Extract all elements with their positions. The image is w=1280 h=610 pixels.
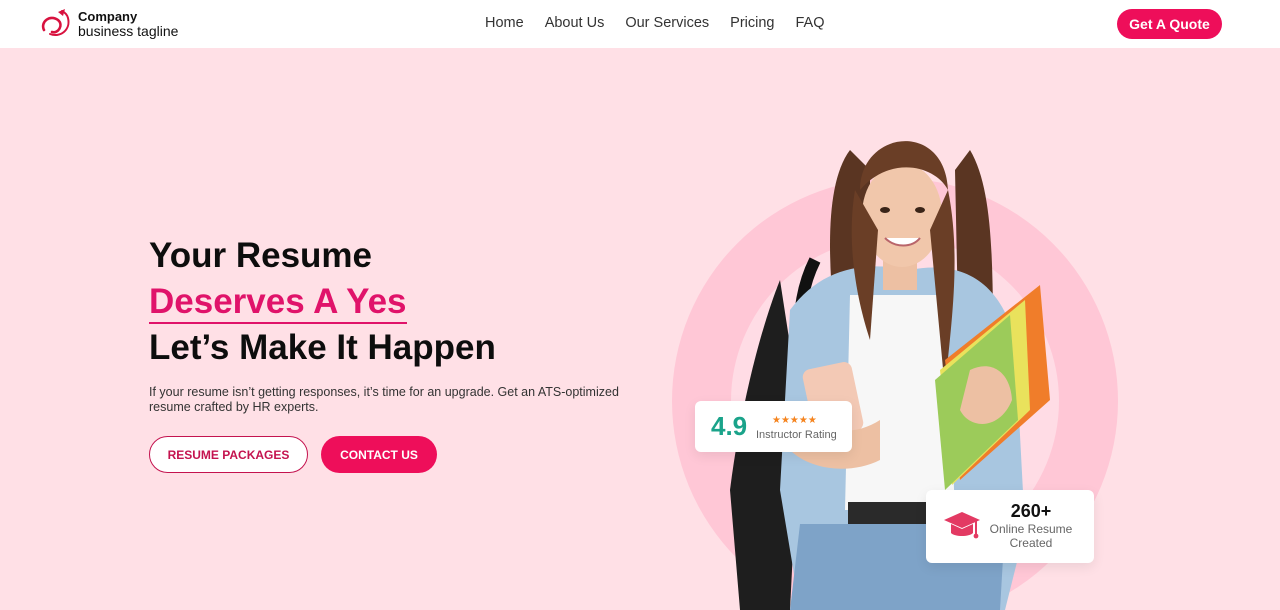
nav-link-services[interactable]: Our Services: [625, 15, 709, 31]
resume-count-value: 260+: [1010, 501, 1052, 521]
rating-value: 4.9: [711, 411, 748, 441]
nav-link-home[interactable]: Home: [485, 15, 524, 31]
brand-logo[interactable]: Company business tagline: [38, 8, 178, 40]
brand-name: Company: [78, 9, 138, 24]
resume-count-card: 260+ Online Resume Created: [926, 490, 1094, 563]
rating-stars-icon: ★★★★★: [772, 415, 817, 426]
hero-heading: Your Resume Deserves A Yes Let’s Make It…: [149, 233, 496, 371]
graduation-cap-icon: [944, 512, 980, 539]
hero-line-2-highlight: Deserves A Yes: [149, 282, 407, 324]
rating-card: 4.9 ★★★★★ Instructor Rating: [695, 401, 852, 452]
resume-packages-button[interactable]: RESUME PACKAGES: [149, 436, 308, 473]
hero-line-1: Your Resume: [149, 236, 373, 275]
nav-link-about[interactable]: About Us: [545, 15, 605, 31]
rating-label: Instructor Rating: [756, 429, 837, 441]
resume-count-label: Online Resume Created: [989, 522, 1073, 550]
navbar: Company business tagline Home About Us O…: [0, 0, 1280, 48]
contact-us-button[interactable]: CONTACT US: [321, 436, 437, 473]
nav-link-faq[interactable]: FAQ: [795, 15, 824, 31]
nav-link-pricing[interactable]: Pricing: [730, 15, 774, 31]
main-nav: Home About Us Our Services Pricing FAQ: [485, 15, 846, 31]
get-quote-button[interactable]: Get A Quote: [1117, 9, 1222, 39]
swirl-logo-icon: [41, 9, 70, 36]
hero-description: If your resume isn’t getting responses, …: [149, 385, 619, 414]
brand-tagline: business tagline: [78, 23, 179, 39]
hero-line-3: Let’s Make It Happen: [149, 328, 496, 367]
